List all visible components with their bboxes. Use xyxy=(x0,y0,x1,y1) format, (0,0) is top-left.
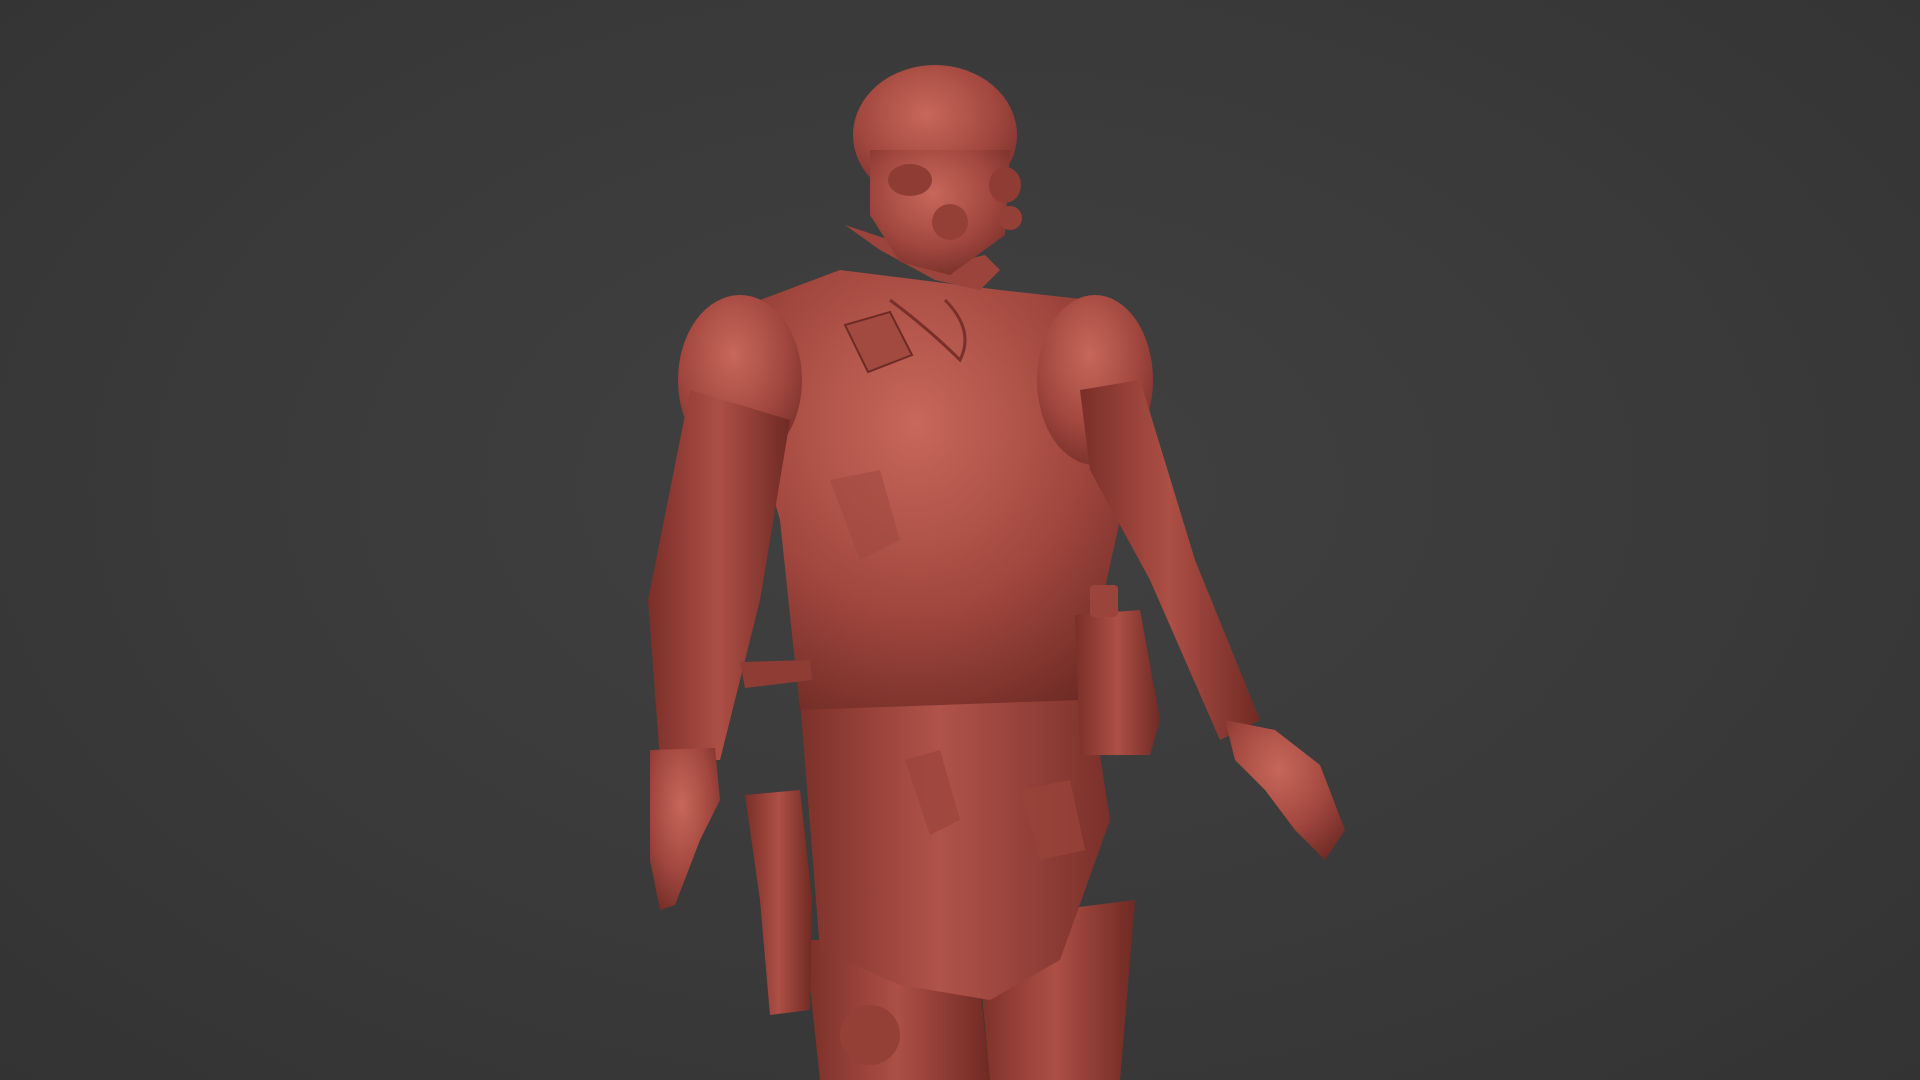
3d-viewport[interactable] xyxy=(0,0,1920,1080)
sculpt-model[interactable] xyxy=(0,0,1920,1080)
left-pouch xyxy=(745,790,812,1015)
right-pouch-clip xyxy=(1090,585,1118,617)
left-arm xyxy=(648,390,790,760)
right-pouch xyxy=(1075,610,1160,755)
knee-pad xyxy=(840,1005,900,1065)
right-hand xyxy=(1225,720,1345,860)
left-hand xyxy=(650,748,720,910)
